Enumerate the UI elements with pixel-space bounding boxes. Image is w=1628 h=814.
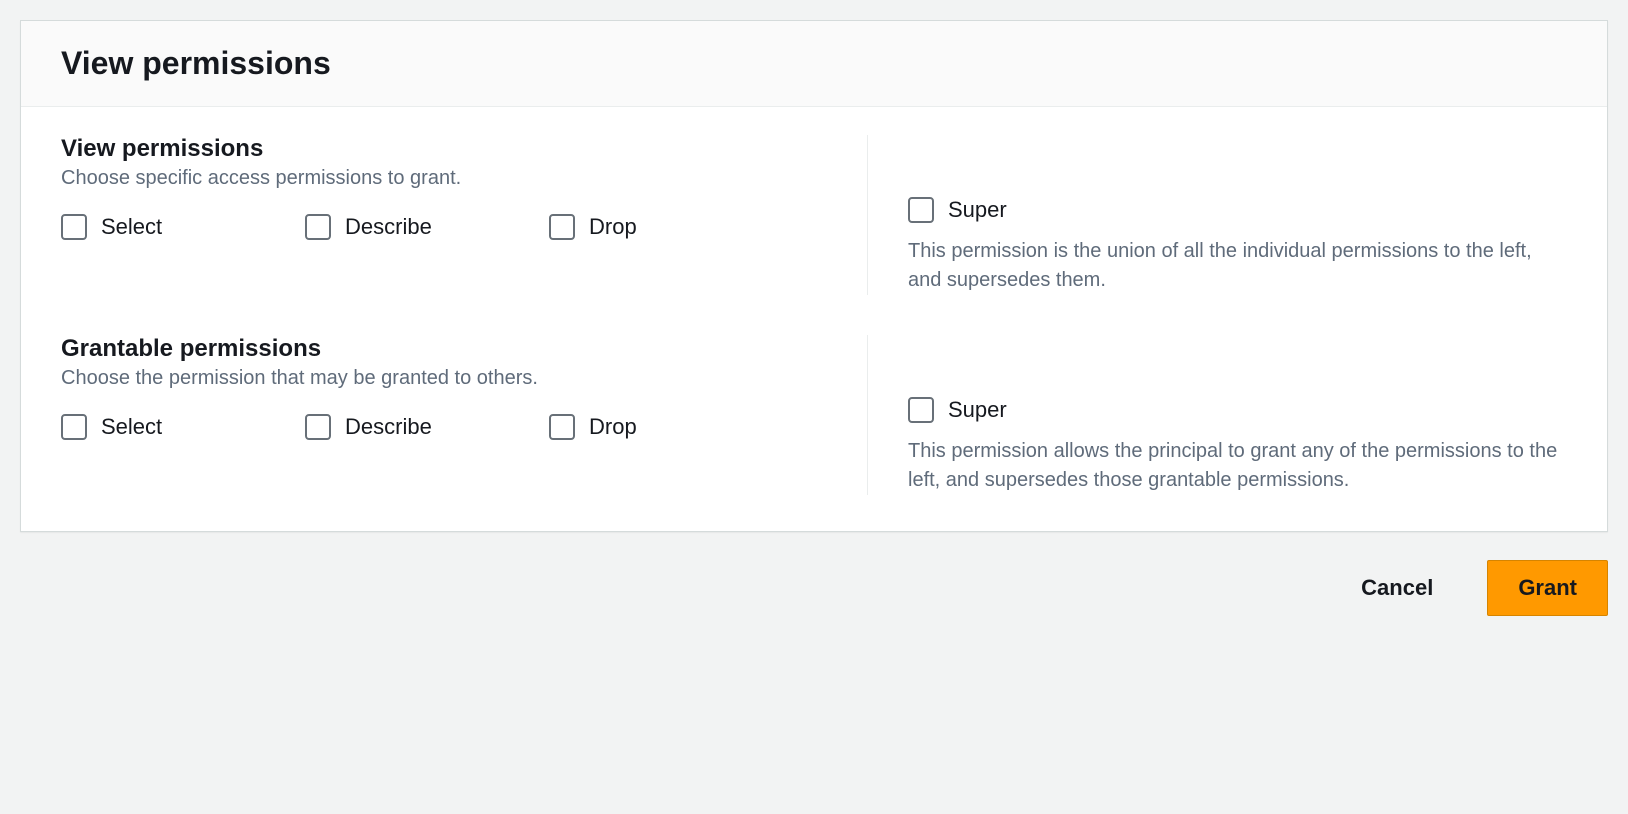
view-super-description: This permission is the union of all the … xyxy=(908,237,1567,295)
view-drop-label: Drop xyxy=(589,214,637,240)
checkbox-icon xyxy=(305,414,331,440)
grantable-describe-label: Describe xyxy=(345,414,432,440)
view-section-description: Choose specific access permissions to gr… xyxy=(61,167,827,190)
grant-button[interactable]: Grant xyxy=(1487,560,1608,616)
grantable-super-label: Super xyxy=(948,397,1007,423)
grantable-permissions-left: Grantable permissions Choose the permiss… xyxy=(61,335,867,495)
view-section-title: View permissions xyxy=(61,135,827,163)
view-permissions-left: View permissions Choose specific access … xyxy=(61,135,867,295)
checkbox-icon xyxy=(549,214,575,240)
view-drop-checkbox[interactable]: Drop xyxy=(549,214,769,240)
checkbox-icon xyxy=(549,414,575,440)
view-super-checkbox[interactable]: Super xyxy=(908,197,1567,223)
view-describe-checkbox[interactable]: Describe xyxy=(305,214,525,240)
grantable-permissions-section: Grantable permissions Choose the permiss… xyxy=(61,335,1567,495)
view-options-row: Select Describe Drop xyxy=(61,214,827,240)
view-super-label: Super xyxy=(948,197,1007,223)
permissions-panel: View permissions View permissions Choose… xyxy=(20,20,1608,532)
checkbox-icon xyxy=(61,414,87,440)
grantable-describe-checkbox[interactable]: Describe xyxy=(305,414,525,440)
panel-header: View permissions xyxy=(21,21,1607,107)
checkbox-icon xyxy=(305,214,331,240)
grantable-select-checkbox[interactable]: Select xyxy=(61,414,281,440)
grantable-permissions-right: Super This permission allows the princip… xyxy=(867,335,1567,495)
button-bar: Cancel Grant xyxy=(20,532,1608,616)
grantable-super-description: This permission allows the principal to … xyxy=(908,437,1567,495)
grantable-section-title: Grantable permissions xyxy=(61,335,827,363)
view-select-checkbox[interactable]: Select xyxy=(61,214,281,240)
checkbox-icon xyxy=(61,214,87,240)
view-permissions-section: View permissions Choose specific access … xyxy=(61,135,1567,295)
view-permissions-right: Super This permission is the union of al… xyxy=(867,135,1567,295)
view-describe-label: Describe xyxy=(345,214,432,240)
grantable-drop-checkbox[interactable]: Drop xyxy=(549,414,769,440)
grantable-super-checkbox[interactable]: Super xyxy=(908,397,1567,423)
cancel-button[interactable]: Cancel xyxy=(1331,560,1463,616)
grantable-select-label: Select xyxy=(101,414,162,440)
checkbox-icon xyxy=(908,397,934,423)
checkbox-icon xyxy=(908,197,934,223)
panel-body: View permissions Choose specific access … xyxy=(21,107,1607,531)
grantable-options-row: Select Describe Drop xyxy=(61,414,827,440)
grantable-section-description: Choose the permission that may be grante… xyxy=(61,367,827,390)
view-select-label: Select xyxy=(101,214,162,240)
panel-title: View permissions xyxy=(61,45,1567,82)
grantable-drop-label: Drop xyxy=(589,414,637,440)
